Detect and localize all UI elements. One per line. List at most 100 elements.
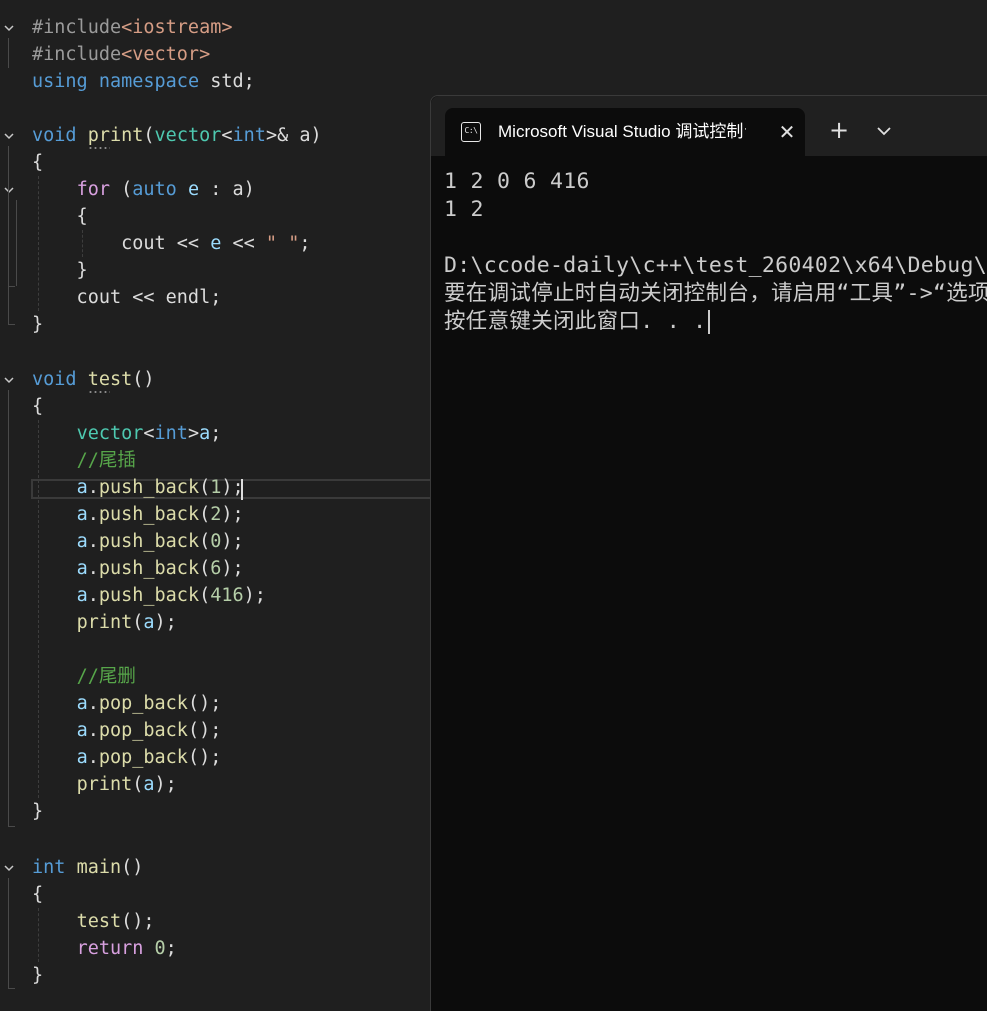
code-token: } bbox=[32, 965, 44, 986]
code-token: . bbox=[87, 720, 99, 741]
fold-range-line bbox=[8, 324, 15, 325]
code-token: //尾删 bbox=[76, 666, 136, 687]
code-token: a bbox=[76, 477, 88, 498]
code-token: a bbox=[76, 720, 88, 741]
code-token: e bbox=[187, 179, 200, 200]
code-token: ; bbox=[210, 423, 222, 444]
code-token: > bbox=[187, 423, 200, 444]
code-line: #include<vector> bbox=[32, 41, 210, 68]
fold-chevron-icon[interactable] bbox=[3, 22, 15, 34]
code-token: a bbox=[76, 504, 88, 525]
console-icon: C:\ bbox=[461, 122, 481, 142]
code-token: ( bbox=[109, 179, 133, 200]
code-line: void test() bbox=[32, 366, 155, 393]
fold-range-line bbox=[8, 286, 15, 287]
code-line: a.pop_back(); bbox=[32, 690, 222, 717]
fold-chevron-icon[interactable] bbox=[3, 130, 15, 142]
code-line: a.push_back(0); bbox=[32, 528, 244, 555]
console-line-text: 要在调试停止时自动关闭控制台，请启用“工具”->“选项”->“调试”->“调试停… bbox=[444, 281, 987, 306]
code-token: a bbox=[76, 693, 88, 714]
code-token: ( bbox=[132, 612, 144, 633]
console-cursor bbox=[708, 310, 711, 334]
new-tab-plus-icon[interactable]: + bbox=[827, 118, 851, 142]
code-token: ); bbox=[154, 774, 177, 795]
code-token: { bbox=[32, 206, 88, 227]
code-token: () bbox=[121, 857, 144, 878]
suggestion-squiggle bbox=[88, 391, 110, 393]
console-line-text: D:\ccode-daily\c++\test_260402\x64\Debug… bbox=[444, 253, 987, 278]
code-token: 2 bbox=[210, 504, 222, 525]
code-token: a bbox=[76, 531, 88, 552]
console-line-text: 1 2 0 6 416 bbox=[444, 169, 590, 194]
fold-chevron-icon[interactable] bbox=[3, 184, 15, 196]
code-token: push_back bbox=[98, 531, 200, 552]
fold-range-line bbox=[8, 390, 9, 826]
code-line: //尾插 bbox=[32, 447, 136, 474]
code-token: for bbox=[76, 179, 110, 200]
fold-range-line bbox=[8, 878, 9, 988]
code-token: void bbox=[32, 369, 77, 390]
code-token: #include bbox=[32, 44, 122, 65]
code-token: auto bbox=[132, 179, 177, 200]
code-token: a bbox=[76, 585, 88, 606]
code-token: } bbox=[32, 260, 88, 281]
code-token: ); bbox=[221, 504, 244, 525]
console-output[interactable]: 1 2 0 6 416 1 2 D:\ccode-daily\c++\test_26… bbox=[444, 168, 987, 998]
close-icon[interactable]: ✕ bbox=[775, 120, 799, 144]
code-line: { bbox=[32, 393, 43, 420]
code-token: ( bbox=[199, 558, 211, 579]
fold-chevron-icon[interactable] bbox=[3, 862, 15, 874]
code-line: } bbox=[32, 962, 43, 989]
code-token: ; bbox=[299, 233, 311, 254]
code-line: a.pop_back(); bbox=[32, 717, 222, 744]
code-token: push_back bbox=[98, 585, 200, 606]
code-token: cout << endl; bbox=[32, 287, 222, 308]
code-token: pop_back bbox=[98, 693, 188, 714]
code-token: a bbox=[76, 747, 88, 768]
code-token: a bbox=[143, 612, 155, 633]
code-line: cout << e << " "; bbox=[32, 230, 310, 257]
code-token: pop_back bbox=[98, 747, 188, 768]
code-token: push_back bbox=[98, 477, 200, 498]
fold-range-line bbox=[8, 826, 15, 827]
code-line: print(a); bbox=[32, 609, 177, 636]
code-line: { bbox=[32, 881, 43, 908]
terminal-titlebar: C:\ Microsoft Visual Studio 调试控制台 ✕ + bbox=[431, 96, 987, 156]
debug-console-window[interactable]: C:\ Microsoft Visual Studio 调试控制台 ✕ + 1 … bbox=[430, 95, 987, 1011]
console-line-text: 按任意键关闭此窗口. . . bbox=[444, 309, 707, 334]
code-token: namespace bbox=[98, 71, 200, 92]
chevron-down-icon[interactable] bbox=[873, 120, 895, 142]
fold-range-line bbox=[8, 988, 15, 989]
code-line: test(); bbox=[32, 908, 155, 935]
code-line: { bbox=[32, 203, 88, 230]
code-token: ( bbox=[199, 585, 211, 606]
code-token: { bbox=[32, 396, 44, 417]
terminal-tab[interactable]: C:\ Microsoft Visual Studio 调试控制台 ✕ bbox=[445, 108, 805, 156]
code-token: a bbox=[199, 423, 211, 444]
console-line-text: 1 2 bbox=[444, 197, 484, 222]
code-token: ( bbox=[132, 774, 144, 795]
fold-chevron-icon[interactable] bbox=[3, 374, 15, 386]
suggestion-squiggle bbox=[88, 147, 110, 149]
code-token: return bbox=[76, 938, 144, 959]
code-token: vector bbox=[76, 423, 144, 444]
code-token: (); bbox=[187, 747, 222, 768]
code-token: (); bbox=[187, 693, 222, 714]
code-line: vector<int>a; bbox=[32, 420, 222, 447]
code-token: >& a) bbox=[265, 125, 322, 146]
code-token: push_back bbox=[98, 504, 200, 525]
code-token: test bbox=[87, 369, 133, 390]
code-token: (); bbox=[187, 720, 222, 741]
code-token: print bbox=[87, 125, 144, 146]
code-line: { bbox=[32, 149, 43, 176]
code-token: void bbox=[32, 125, 77, 146]
